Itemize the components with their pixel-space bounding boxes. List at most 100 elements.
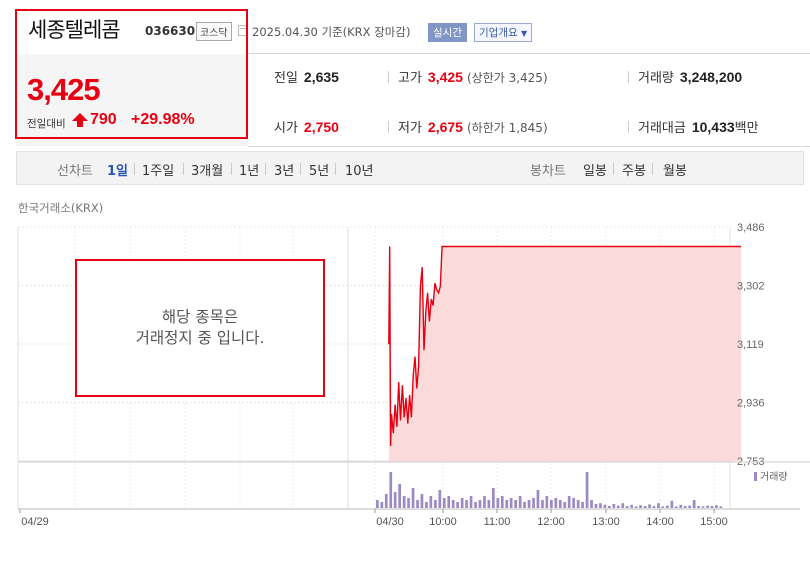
volume-bar [688, 505, 691, 508]
prev-close-value: 2,635 [303, 69, 339, 85]
volume-bar [411, 488, 415, 508]
tab-1-day[interactable]: 1일 [107, 160, 128, 179]
volume-bar [697, 506, 700, 508]
volume-bar [576, 500, 580, 508]
x-tick-label: 04/29 [21, 516, 49, 528]
tab-line-chart[interactable]: 선차트 [57, 160, 93, 179]
divider [652, 163, 653, 175]
volume-bar [384, 494, 388, 508]
volume-bar [581, 502, 584, 508]
volume-bar [585, 472, 589, 508]
tab-weekly[interactable]: 주봉 [622, 160, 646, 179]
divider [388, 71, 389, 83]
volume-bar [456, 502, 459, 508]
tab-3-years[interactable]: 3년 [274, 160, 294, 179]
volume-bar [621, 503, 625, 508]
volume-bar [634, 506, 638, 508]
tab-candle-chart[interactable]: 봉차트 [530, 160, 566, 179]
upper-limit: (상한가 3,425) [466, 71, 548, 85]
notice-line-2: 거래정지 중 입니다. [135, 329, 265, 347]
volume-bar [674, 506, 678, 508]
divider [300, 163, 301, 175]
volume-bar [380, 502, 384, 508]
stat-volume: 거래량 3,248,200 [638, 67, 742, 86]
volume-bar [594, 504, 598, 508]
high-value: 3,425 [427, 69, 463, 85]
volume-bar [492, 488, 495, 508]
tab-1-year[interactable]: 1년 [239, 160, 259, 179]
volume-bar [416, 500, 419, 508]
amount-unit: 백만 [734, 121, 759, 136]
volume-bar [692, 500, 696, 508]
volume-bar [505, 500, 509, 508]
open-label: 시가 [274, 121, 298, 136]
volume-bar [652, 506, 656, 508]
y-tick-label: 3,119 [737, 339, 764, 351]
tab-daily[interactable]: 일봉 [583, 160, 607, 179]
volume-bar [527, 500, 531, 508]
volume-bar [393, 492, 397, 508]
volume-bar [567, 496, 571, 508]
company-info-dropdown[interactable]: 기업개요 ▼ [474, 23, 533, 42]
divider [248, 146, 810, 147]
volume-bar [465, 500, 468, 508]
tab-10-years[interactable]: 10년 [345, 160, 374, 179]
amount-value: 10,433 [691, 119, 735, 135]
prev-close-label: 전일 [274, 71, 298, 86]
volume-bar [599, 503, 602, 508]
tab-monthly[interactable]: 월봉 [663, 160, 687, 179]
price-area [388, 246, 742, 461]
stat-amount: 거래대금 10,433백만 [638, 117, 759, 136]
volume-bar [554, 498, 558, 508]
volume-bar [523, 502, 526, 508]
volume-bar [701, 506, 705, 508]
volume-bar [402, 496, 406, 508]
divider [134, 163, 135, 175]
volume-bar [625, 506, 629, 508]
volume-legend-label: 거래량 [760, 471, 788, 483]
realtime-button[interactable]: 실시간 [428, 23, 467, 42]
amount-label: 거래대금 [638, 121, 686, 136]
low-label: 저가 [398, 121, 422, 136]
divider [335, 163, 336, 175]
x-tick-label: 10:00 [429, 516, 457, 528]
tab-1-week[interactable]: 1주일 [142, 160, 174, 179]
volume-bar [420, 494, 424, 508]
exchange-label: 한국거래소(KRX) [18, 201, 104, 215]
divider [628, 121, 629, 133]
notice-line-1: 해당 종목은 [161, 308, 239, 326]
volume-bar [706, 505, 709, 508]
x-tick-label: 13:00 [592, 516, 620, 528]
volume-bar [487, 500, 491, 508]
open-value: 2,750 [303, 119, 339, 135]
y-tick-label: 3,486 [737, 222, 765, 234]
y-tick-label: 3,302 [737, 281, 765, 293]
x-tick-label: 14:00 [646, 516, 674, 528]
stats-panel: 전일 2,635 고가 3,425 (상한가 3,425) 거래량 3,248,200 … [248, 54, 810, 146]
volume-bar [545, 496, 549, 508]
volume-bar [670, 500, 674, 508]
volume-bar [679, 504, 683, 508]
volume-bar [389, 472, 393, 508]
volume-bar [429, 496, 433, 508]
volume-bar [616, 505, 620, 508]
volume-bar [478, 500, 482, 508]
divider [265, 163, 266, 175]
volume-bar [474, 502, 477, 508]
volume-bar [661, 506, 665, 508]
volume-bar [590, 500, 593, 508]
tab-3-months[interactable]: 3개월 [191, 160, 223, 179]
volume-bar [442, 498, 446, 508]
volume-bar [643, 506, 647, 508]
volume-bar [657, 503, 660, 508]
stat-prev-close: 전일 2,635 [274, 67, 339, 86]
volume-bar [666, 505, 669, 508]
volume-bar [500, 496, 504, 508]
chevron-down-icon: ▼ [520, 29, 528, 38]
tab-5-years[interactable]: 5년 [309, 160, 329, 179]
volume-bar [518, 496, 522, 508]
high-label: 고가 [398, 71, 422, 86]
chart-tab-bar: 선차트 1일 1주일 3개월 1년 3년 5년 10년 봉차트 일봉 주봉 월봉 [16, 151, 804, 185]
volume-bar [612, 504, 616, 508]
divider [231, 163, 232, 175]
